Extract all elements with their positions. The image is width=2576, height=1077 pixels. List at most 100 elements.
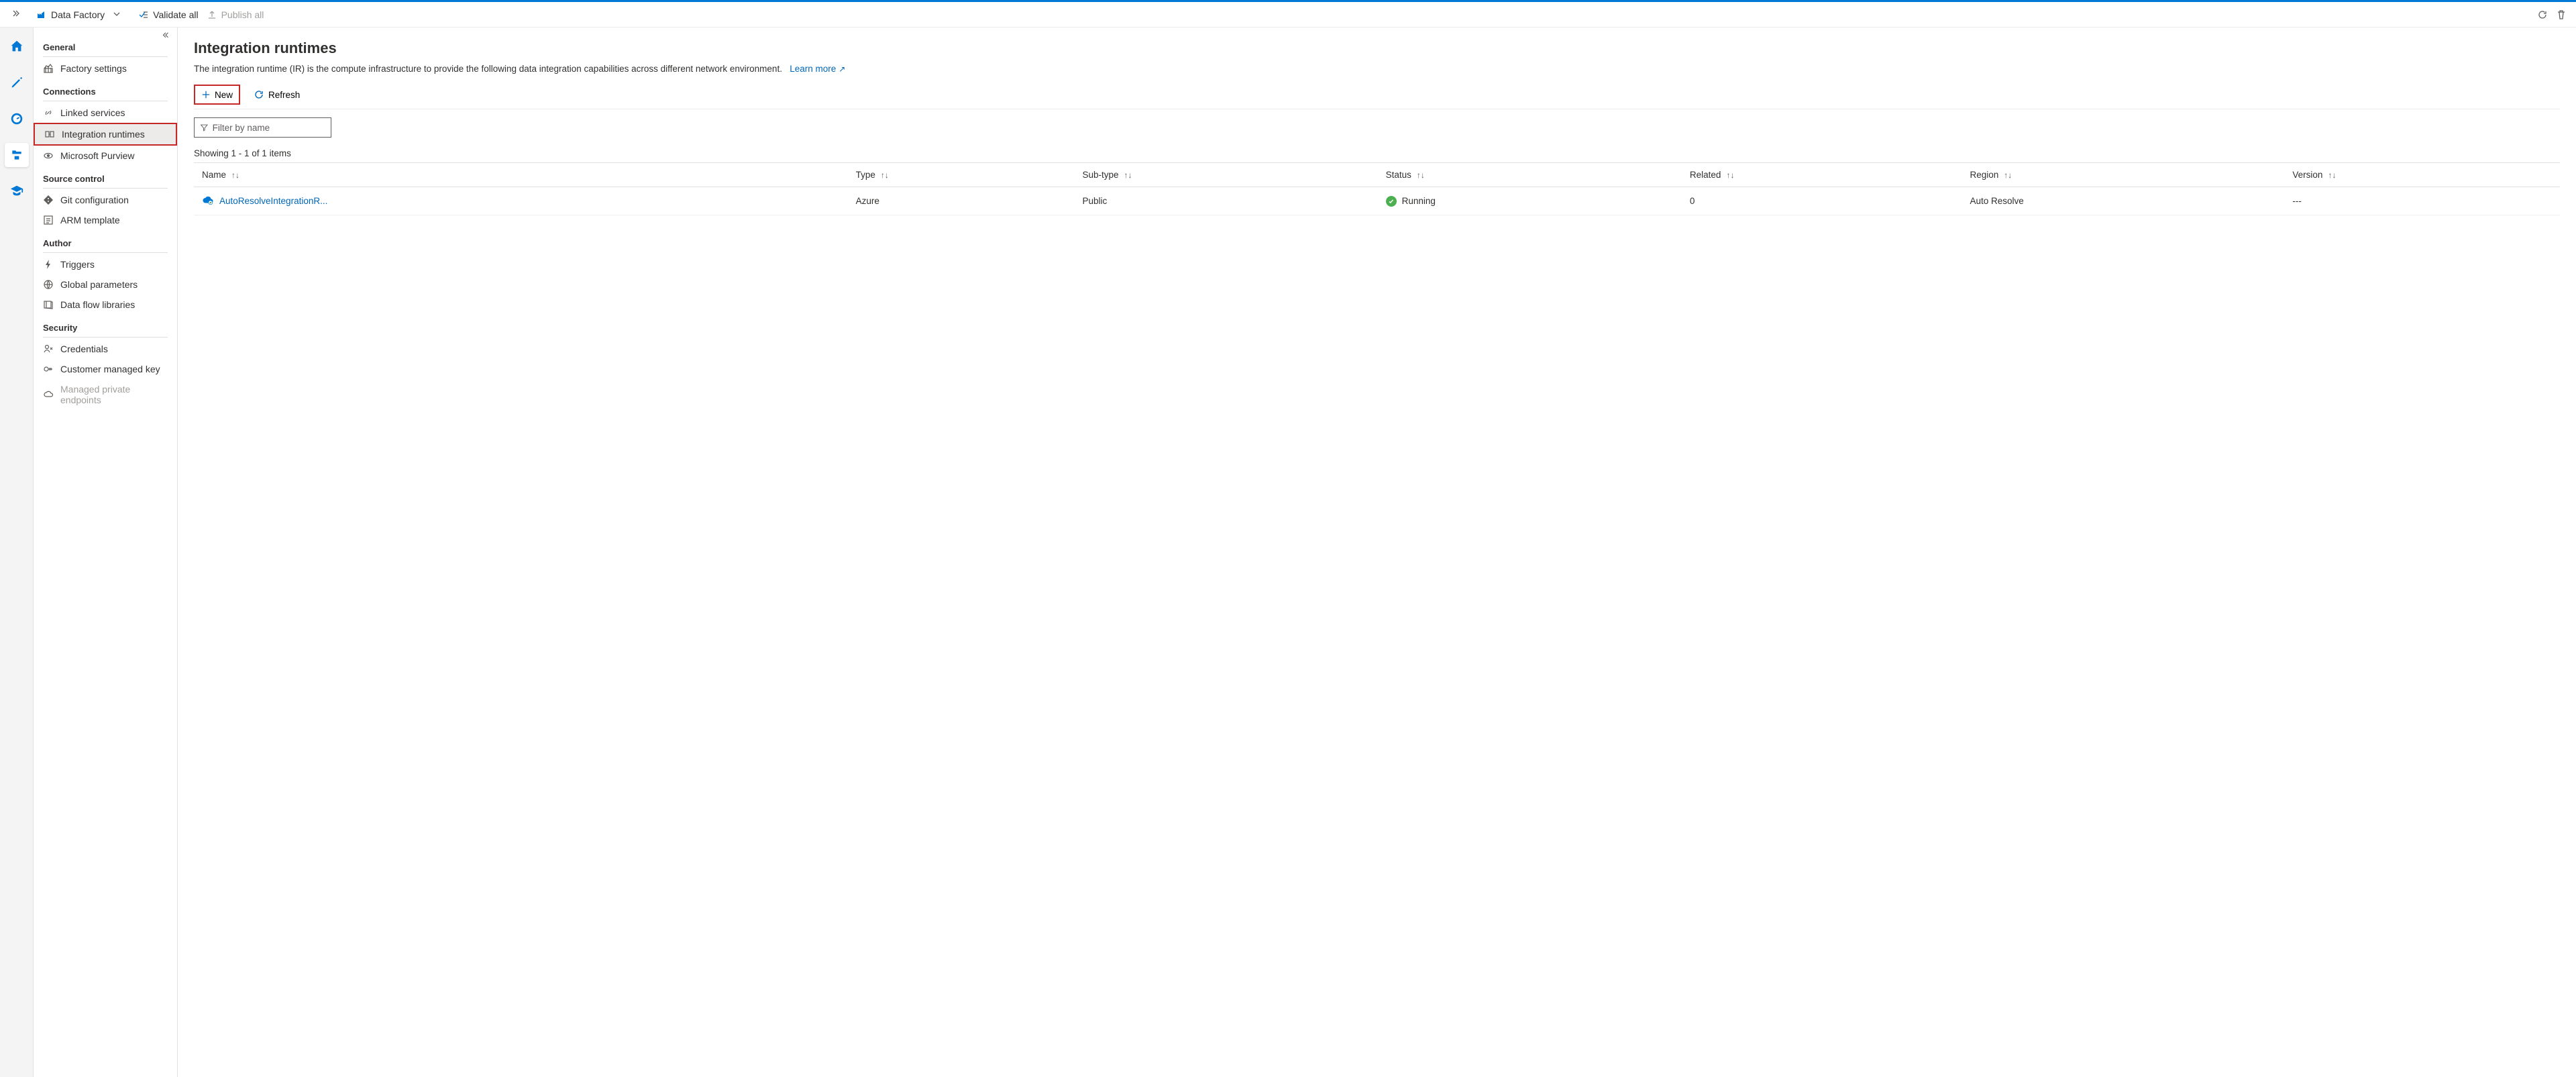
showing-count: Showing 1 - 1 of 1 items <box>194 148 2560 158</box>
divider <box>43 252 168 253</box>
new-button-label: New <box>215 90 233 100</box>
col-region[interactable]: Region↑↓ <box>1962 163 2284 187</box>
mgmt-item-label: Global parameters <box>60 279 138 290</box>
discard-button[interactable] <box>2552 7 2571 23</box>
mgmt-item-global-parameters[interactable]: Global parameters <box>34 274 177 295</box>
manage-panel: General Factory settings Connections Lin… <box>34 28 178 1077</box>
col-status[interactable]: Status ↑↓ <box>1378 163 1682 187</box>
ir-name-link[interactable]: AutoResolveIntegrationR... <box>219 196 327 206</box>
divider <box>43 188 168 189</box>
mgmt-item-label: Integration runtimes <box>62 129 145 140</box>
leftnav-manage[interactable] <box>5 143 29 167</box>
sort-icon: ↑↓ <box>881 170 889 180</box>
trigger-icon <box>43 259 54 270</box>
page-description-text: The integration runtime (IR) is the comp… <box>194 64 782 74</box>
leftnav-home[interactable] <box>5 34 29 58</box>
mgmt-item-integration-runtimes[interactable]: Integration runtimes <box>34 123 177 146</box>
key-icon <box>43 364 54 374</box>
validate-all-label: Validate all <box>153 9 198 20</box>
section-security-title: Security <box>34 315 177 336</box>
col-label: Status <box>1386 170 1411 180</box>
col-label: Version <box>2292 170 2322 180</box>
mgmt-item-label: Factory settings <box>60 63 127 74</box>
left-rail <box>0 28 34 1077</box>
mgmt-item-data-flow-libraries[interactable]: Data flow libraries <box>34 295 177 315</box>
mgmt-item-triggers[interactable]: Triggers <box>34 254 177 274</box>
page-title: Integration runtimes <box>194 40 2560 57</box>
col-name[interactable]: Name ↑↓ <box>194 163 848 187</box>
global-parameters-icon <box>43 279 54 290</box>
collapse-manage-panel-button[interactable] <box>161 32 170 43</box>
leftnav-learn[interactable] <box>5 179 29 203</box>
mgmt-item-arm-template[interactable]: ARM template <box>34 210 177 230</box>
mgmt-item-label: Git configuration <box>60 195 129 205</box>
status-ok-icon <box>1386 196 1397 207</box>
learn-more-link[interactable]: Learn more↗ <box>790 64 845 74</box>
learn-more-label: Learn more <box>790 64 836 74</box>
mgmt-item-label: Linked services <box>60 107 125 118</box>
mgmt-item-label: Data flow libraries <box>60 299 135 310</box>
leftnav-monitor[interactable] <box>5 107 29 131</box>
table-header-row: Name ↑↓ Type↑↓ Sub-type↑↓ Status ↑↓ Relate… <box>194 163 2560 187</box>
header-toolbar: Data Factory Validate all Publish all <box>0 2 2576 28</box>
purview-icon <box>43 150 54 161</box>
filter-icon <box>200 123 209 132</box>
col-subtype[interactable]: Sub-type↑↓ <box>1075 163 1378 187</box>
filter-input-wrap[interactable] <box>194 117 331 138</box>
checklist-icon <box>138 9 149 20</box>
factory-icon <box>36 9 47 20</box>
open-external-icon: ↗ <box>839 64 845 74</box>
col-label: Related <box>1690 170 1721 180</box>
section-general-title: General <box>34 34 177 55</box>
mgmt-item-label: ARM template <box>60 215 120 225</box>
table-row[interactable]: AutoResolveIntegrationR... Azure Public … <box>194 187 2560 215</box>
cloud-lock-icon <box>43 389 54 400</box>
library-icon <box>43 299 54 310</box>
validate-all-button[interactable]: Validate all <box>134 7 202 23</box>
filter-input[interactable] <box>213 123 325 133</box>
refresh-icon <box>254 89 264 100</box>
leftnav-author[interactable] <box>5 70 29 95</box>
col-type[interactable]: Type↑↓ <box>848 163 1075 187</box>
mgmt-item-git-configuration[interactable]: Git configuration <box>34 190 177 210</box>
sort-icon: ↑↓ <box>2004 170 2012 180</box>
credentials-icon <box>43 344 54 354</box>
factory-settings-icon <box>43 63 54 74</box>
mgmt-item-label: Managed private endpoints <box>60 384 168 405</box>
context-label: Data Factory <box>51 9 105 20</box>
link-icon <box>43 107 54 118</box>
sort-icon: ↑↓ <box>1726 170 1734 180</box>
mgmt-item-microsoft-purview[interactable]: Microsoft Purview <box>34 146 177 166</box>
plus-icon <box>201 90 211 99</box>
sort-icon: ↑↓ <box>2328 170 2336 180</box>
page-description: The integration runtime (IR) is the comp… <box>194 64 2560 74</box>
sort-icon: ↑↓ <box>1417 170 1425 180</box>
context-switcher[interactable]: Data Factory <box>30 9 127 20</box>
integration-runtime-icon <box>44 129 55 140</box>
new-button[interactable]: New <box>194 85 240 105</box>
publish-all-label: Publish all <box>221 9 264 20</box>
cell-related: 0 <box>1682 187 1962 215</box>
mgmt-item-label: Credentials <box>60 344 108 354</box>
global-refresh-button[interactable] <box>2533 7 2552 23</box>
expand-leftnav-button[interactable] <box>3 9 30 20</box>
cell-subtype: Public <box>1075 187 1378 215</box>
mgmt-item-linked-services[interactable]: Linked services <box>34 103 177 123</box>
publish-all-button: Publish all <box>203 7 268 23</box>
cell-version: --- <box>2284 187 2560 215</box>
sort-icon: ↑↓ <box>1124 170 1132 180</box>
sort-icon: ↑↓ <box>231 170 239 180</box>
refresh-button[interactable]: Refresh <box>247 85 307 105</box>
col-label: Name <box>202 170 226 180</box>
mgmt-item-factory-settings[interactable]: Factory settings <box>34 58 177 79</box>
col-related[interactable]: Related ↑↓ <box>1682 163 1962 187</box>
section-source-control-title: Source control <box>34 166 177 187</box>
col-version[interactable]: Version ↑↓ <box>2284 163 2560 187</box>
mgmt-item-customer-managed-key[interactable]: Customer managed key <box>34 359 177 379</box>
ir-table: Name ↑↓ Type↑↓ Sub-type↑↓ Status ↑↓ Relate… <box>194 162 2560 215</box>
main-content: Integration runtimes The integration run… <box>178 28 2576 1077</box>
mgmt-item-credentials[interactable]: Credentials <box>34 339 177 359</box>
cell-status: Running <box>1402 196 1436 206</box>
cell-region: Auto Resolve <box>1962 187 2284 215</box>
section-author-title: Author <box>34 230 177 251</box>
